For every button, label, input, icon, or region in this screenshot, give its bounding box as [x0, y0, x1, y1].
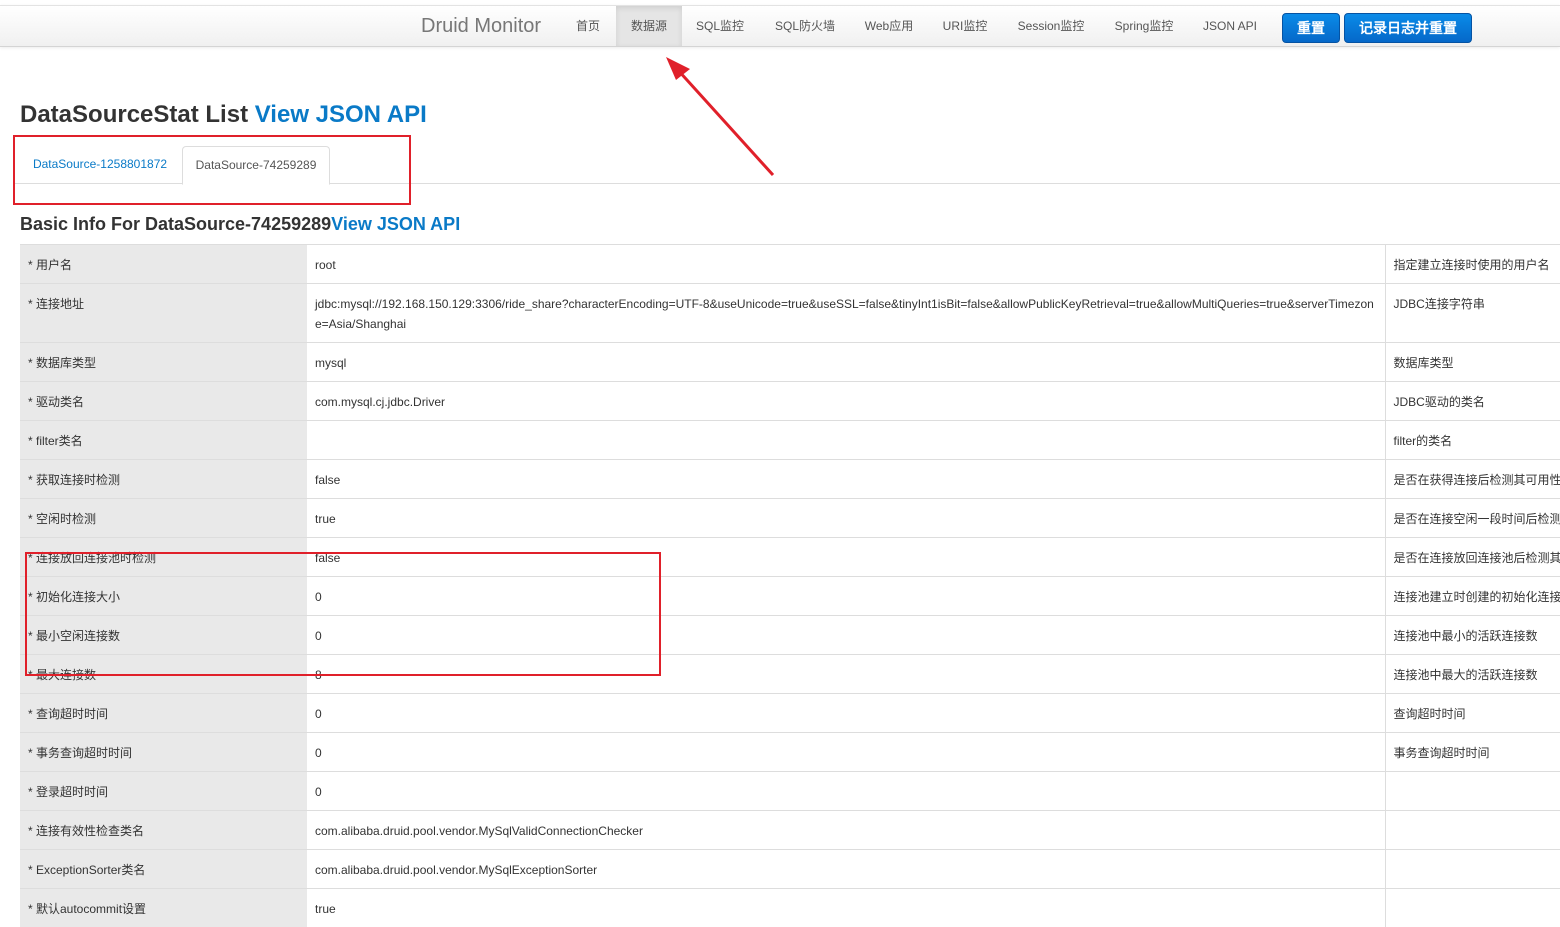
table-cell-key: * 驱动类名	[20, 382, 307, 421]
table-cell-value: 0	[307, 772, 1385, 811]
table-cell-desc: 事务查询超时时间	[1385, 733, 1560, 772]
table-cell-desc: JDBC连接字符串	[1385, 284, 1560, 343]
table-cell-desc: 查询超时时间	[1385, 694, 1560, 733]
table-row: * filter类名 filter的类名	[20, 421, 1560, 460]
table-cell-key: * 默认autocommit设置	[20, 889, 307, 927]
nav-item-sql-firewall[interactable]: SQL防火墙	[762, 6, 848, 46]
table-cell-key: * 事务查询超时时间	[20, 733, 307, 772]
annotation-pool-size-highlight	[25, 552, 661, 676]
table-cell-desc: 数据库类型	[1385, 343, 1560, 382]
page-title: DataSourceStat List View JSON API	[20, 100, 427, 130]
table-cell-desc: 连接池中最小的活跃连接数	[1385, 616, 1560, 655]
table-row: * 登录超时时间0	[20, 772, 1560, 811]
log-and-reset-button[interactable]: 记录日志并重置	[1344, 13, 1472, 43]
table-cell-desc	[1385, 889, 1560, 927]
table-cell-value: root	[307, 245, 1385, 284]
view-json-api-link[interactable]: View JSON API	[255, 101, 427, 128]
table-cell-value: true	[307, 499, 1385, 538]
table-row: * ExceptionSorter类名com.alibaba.druid.poo…	[20, 850, 1560, 889]
table-cell-desc: 是否在连接空闲一段时间后检测其可用性	[1385, 499, 1560, 538]
section-view-json-api-link[interactable]: View JSON API	[331, 214, 460, 234]
nav-item-session-monitor[interactable]: Session监控	[1008, 6, 1094, 46]
table-cell-key: * 登录超时时间	[20, 772, 307, 811]
table-row: * 查询超时时间0查询超时时间	[20, 694, 1560, 733]
table-cell-key: * 获取连接时检测	[20, 460, 307, 499]
table-cell-key: * filter类名	[20, 421, 307, 460]
annotation-tabs-highlight	[13, 135, 411, 205]
nav-item-json-api[interactable]: JSON API	[1192, 6, 1268, 46]
nav-item-home[interactable]: 首页	[564, 6, 612, 46]
table-cell-value	[307, 421, 1385, 460]
table-cell-desc: 指定建立连接时使用的用户名	[1385, 245, 1560, 284]
section-title: Basic Info For DataSource-74259289View J…	[20, 212, 460, 236]
table-cell-key: * 查询超时时间	[20, 694, 307, 733]
table-cell-key: * 连接有效性检查类名	[20, 811, 307, 850]
nav-item-sql-monitor[interactable]: SQL监控	[684, 6, 756, 46]
table-cell-value: mysql	[307, 343, 1385, 382]
table-row: * 连接有效性检查类名com.alibaba.druid.pool.vendor…	[20, 811, 1560, 850]
table-cell-key: * 空闲时检测	[20, 499, 307, 538]
table-row: * 连接地址jdbc:mysql://192.168.150.129:3306/…	[20, 284, 1560, 343]
top-navbar: Druid Monitor 首页 数据源 SQL监控 SQL防火墙 Web应用 …	[0, 5, 1560, 47]
table-cell-desc: 是否在连接放回连接池后检测其可用性	[1385, 538, 1560, 577]
table-cell-value: 0	[307, 694, 1385, 733]
nav-item-datasource[interactable]: 数据源	[616, 6, 682, 46]
table-row: * 空闲时检测true是否在连接空闲一段时间后检测其可用性	[20, 499, 1560, 538]
brand-title[interactable]: Druid Monitor	[421, 6, 541, 46]
table-cell-value: com.alibaba.druid.pool.vendor.MySqlExcep…	[307, 850, 1385, 889]
table-cell-desc	[1385, 811, 1560, 850]
table-cell-value: com.mysql.cj.jdbc.Driver	[307, 382, 1385, 421]
table-cell-key: * 连接地址	[20, 284, 307, 343]
reset-button[interactable]: 重置	[1282, 13, 1340, 43]
nav-item-spring-monitor[interactable]: Spring监控	[1104, 6, 1184, 46]
table-row: * 获取连接时检测false是否在获得连接后检测其可用性	[20, 460, 1560, 499]
table-cell-value: com.alibaba.druid.pool.vendor.MySqlValid…	[307, 811, 1385, 850]
nav-item-uri-monitor[interactable]: URI监控	[932, 6, 998, 46]
table-row: * 用户名root指定建立连接时使用的用户名	[20, 245, 1560, 284]
table-cell-desc: 连接池中最大的活跃连接数	[1385, 655, 1560, 694]
table-cell-value: jdbc:mysql://192.168.150.129:3306/ride_s…	[307, 284, 1385, 343]
table-cell-desc: 连接池建立时创建的初始化连接数	[1385, 577, 1560, 616]
table-cell-key: * 数据库类型	[20, 343, 307, 382]
table-cell-key: * ExceptionSorter类名	[20, 850, 307, 889]
table-cell-value: 0	[307, 733, 1385, 772]
table-cell-desc	[1385, 850, 1560, 889]
table-cell-desc: 是否在获得连接后检测其可用性	[1385, 460, 1560, 499]
table-row: * 默认autocommit设置true	[20, 889, 1560, 927]
table-row: * 驱动类名com.mysql.cj.jdbc.DriverJDBC驱动的类名	[20, 382, 1560, 421]
table-row: * 事务查询超时时间0事务查询超时时间	[20, 733, 1560, 772]
nav-item-web-app[interactable]: Web应用	[854, 6, 924, 46]
table-cell-value: true	[307, 889, 1385, 927]
table-cell-key: * 用户名	[20, 245, 307, 284]
table-cell-value: false	[307, 460, 1385, 499]
page-title-text: DataSourceStat List	[20, 101, 248, 128]
table-cell-desc: JDBC驱动的类名	[1385, 382, 1560, 421]
table-cell-desc: filter的类名	[1385, 421, 1560, 460]
table-cell-desc	[1385, 772, 1560, 811]
table-row: * 数据库类型mysql数据库类型	[20, 343, 1560, 382]
section-title-text: Basic Info For DataSource-74259289	[20, 214, 331, 234]
